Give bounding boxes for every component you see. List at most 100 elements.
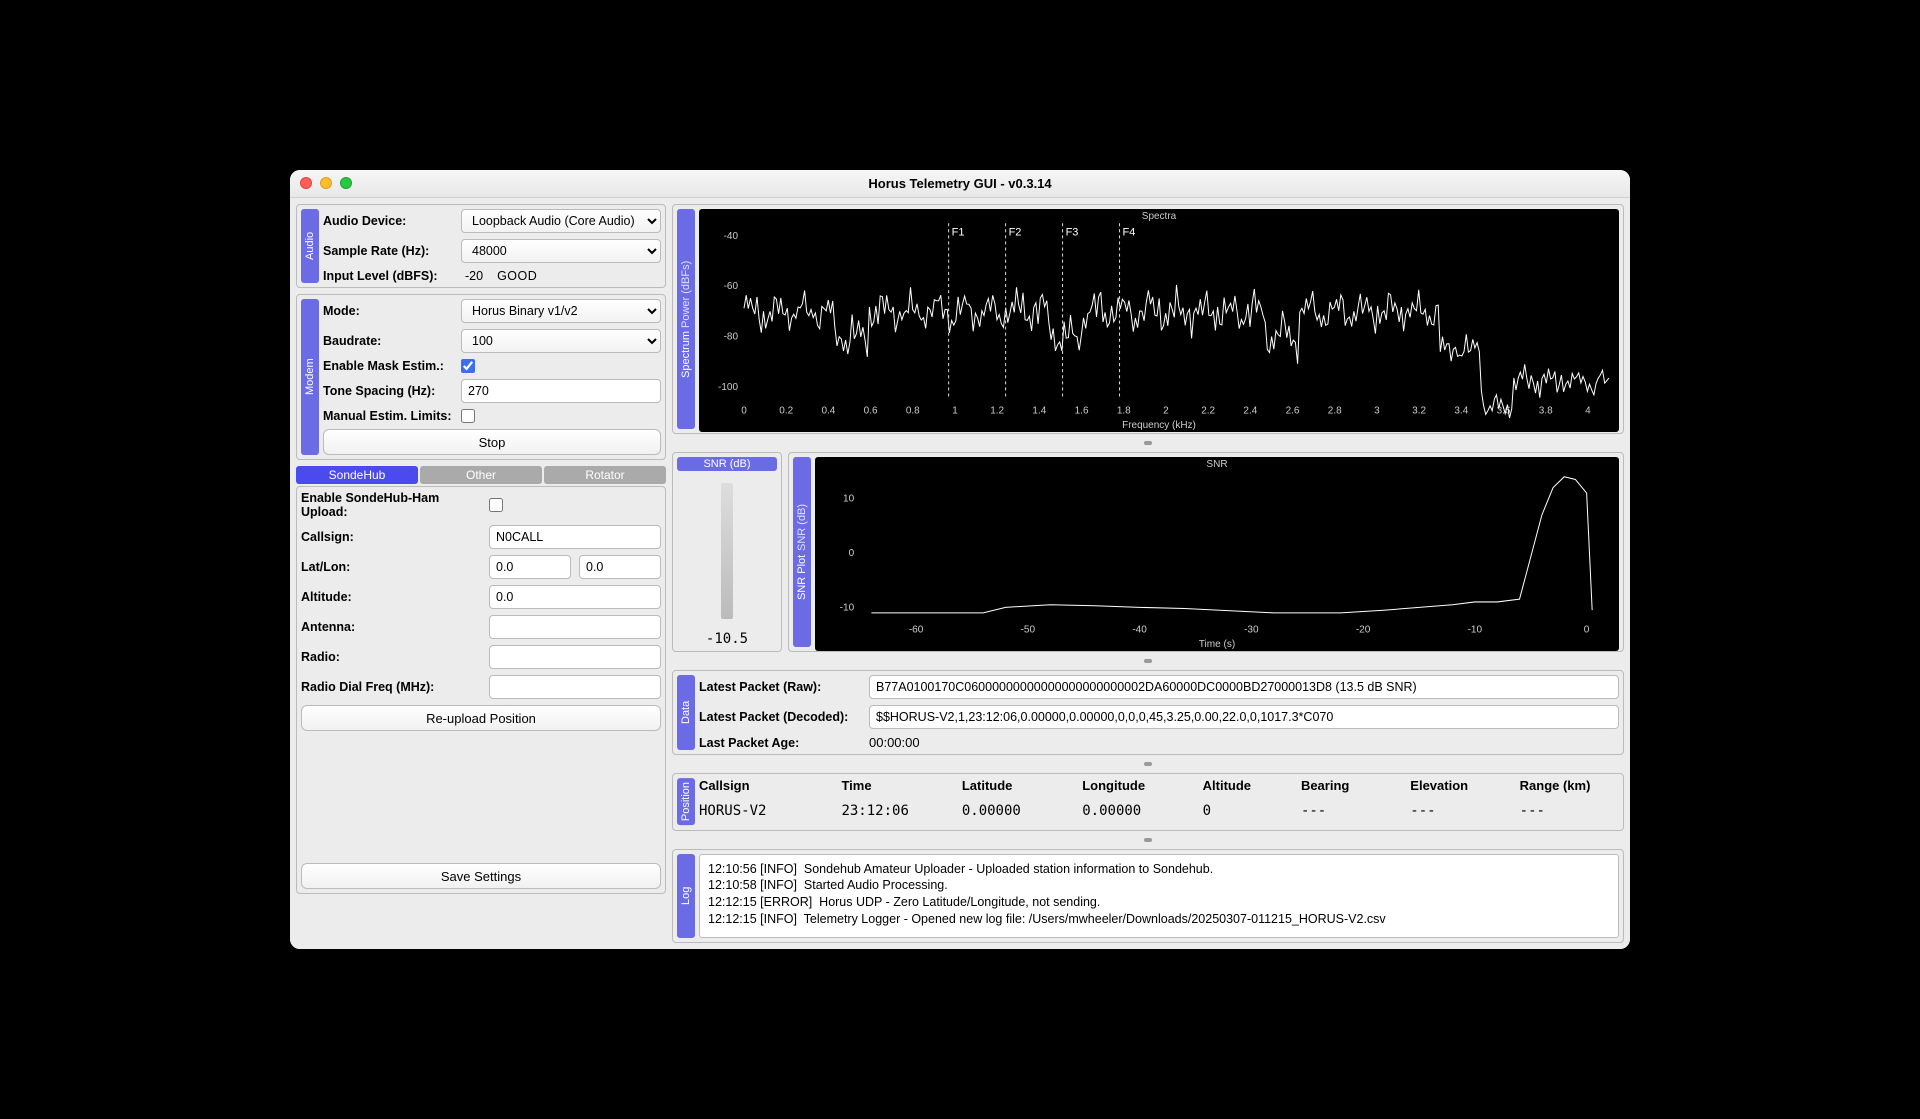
input-level-value: -20 (465, 269, 483, 283)
pos-h-range: Range (km) (1520, 778, 1619, 793)
pos-h-callsign: Callsign (699, 778, 831, 793)
svg-text:2: 2 (1163, 406, 1169, 417)
svg-text:-20: -20 (1356, 625, 1371, 636)
enable-upload-checkbox[interactable] (489, 498, 503, 512)
pos-v-bearing: --- (1301, 803, 1400, 819)
dial-freq-input[interactable] (489, 675, 661, 699)
baudrate-label: Baudrate: (323, 334, 453, 348)
svg-text:-40: -40 (724, 231, 739, 242)
svg-text:-10: -10 (840, 603, 855, 614)
spectrum-plot[interactable]: Spectra-40-60-80-10000.20.40.60.811.21.4… (699, 209, 1619, 432)
log-textarea[interactable]: 12:10:56 [INFO] Sondehub Amateur Uploade… (699, 854, 1619, 938)
pos-v-elev: --- (1410, 803, 1509, 819)
svg-text:SNR: SNR (1206, 460, 1227, 471)
decoded-packet-label: Latest Packet (Decoded): (699, 710, 859, 724)
svg-text:3.2: 3.2 (1412, 406, 1426, 417)
svg-text:1.2: 1.2 (990, 406, 1004, 417)
svg-text:3.8: 3.8 (1539, 406, 1553, 417)
altitude-label: Altitude: (301, 590, 481, 604)
svg-text:0.6: 0.6 (864, 406, 878, 417)
window-maximize-button[interactable] (340, 177, 352, 189)
tab-other[interactable]: Other (420, 466, 542, 484)
pos-v-time: 23:12:06 (841, 803, 951, 819)
svg-text:1.6: 1.6 (1075, 406, 1089, 417)
pos-h-bearing: Bearing (1301, 778, 1400, 793)
mask-estim-label: Enable Mask Estim.: (323, 359, 453, 373)
altitude-input[interactable] (489, 585, 661, 609)
log-section-label: Log (677, 854, 695, 938)
window-close-button[interactable] (300, 177, 312, 189)
manual-estim-checkbox[interactable] (461, 409, 475, 423)
audio-device-select[interactable]: Loopback Audio (Core Audio) (461, 209, 661, 233)
pos-v-range: --- (1520, 803, 1619, 819)
antenna-input[interactable] (489, 615, 661, 639)
mode-label: Mode: (323, 304, 453, 318)
callsign-label: Callsign: (301, 530, 481, 544)
decoded-packet-field[interactable] (869, 705, 1619, 729)
tab-rotator[interactable]: Rotator (544, 466, 666, 484)
splitter-1[interactable] (672, 440, 1624, 446)
tab-sondehub[interactable]: SondeHub (296, 466, 418, 484)
sample-rate-select[interactable]: 48000 (461, 239, 661, 263)
svg-text:F2: F2 (1009, 227, 1022, 239)
audio-device-label: Audio Device: (323, 214, 453, 228)
svg-text:1: 1 (952, 406, 958, 417)
raw-packet-label: Latest Packet (Raw): (699, 680, 859, 694)
input-level-label: Input Level (dBFS): (323, 269, 453, 283)
window-minimize-button[interactable] (320, 177, 332, 189)
svg-text:10: 10 (843, 494, 855, 505)
position-panel: Position Callsign Time Latitude Longitud… (672, 773, 1624, 830)
pos-h-time: Time (841, 778, 951, 793)
spectrum-section-label: Spectrum Power (dBFs) (677, 209, 695, 429)
pos-v-alt: 0 (1203, 803, 1291, 819)
svg-text:2.2: 2.2 (1201, 406, 1215, 417)
svg-text:0.2: 0.2 (779, 406, 793, 417)
radio-input[interactable] (489, 645, 661, 669)
mode-select[interactable]: Horus Binary v1/v2 (461, 299, 661, 323)
raw-packet-field[interactable] (869, 675, 1619, 699)
snr-plot[interactable]: SNR-10010-60-50-40-30-20-100Time (s) (815, 457, 1619, 651)
app-window: Horus Telemetry GUI - v0.3.14 Audio Audi… (290, 170, 1630, 948)
pos-h-lon: Longitude (1082, 778, 1192, 793)
audio-panel: Audio Audio Device: Loopback Audio (Core… (296, 204, 666, 288)
lat-input[interactable] (489, 555, 571, 579)
tone-spacing-label: Tone Spacing (Hz): (323, 384, 453, 398)
callsign-input[interactable] (489, 525, 661, 549)
svg-text:-60: -60 (724, 282, 739, 293)
svg-text:1.8: 1.8 (1117, 406, 1131, 417)
svg-text:-50: -50 (1021, 625, 1036, 636)
tone-spacing-input[interactable] (461, 379, 661, 403)
data-section-label: Data (677, 675, 695, 750)
pos-v-callsign: HORUS-V2 (699, 803, 831, 819)
splitter-3[interactable] (672, 761, 1624, 767)
svg-text:-60: -60 (909, 625, 924, 636)
save-settings-button[interactable]: Save Settings (301, 863, 661, 889)
svg-text:-80: -80 (724, 332, 739, 343)
titlebar[interactable]: Horus Telemetry GUI - v0.3.14 (290, 170, 1630, 198)
svg-text:0.8: 0.8 (906, 406, 920, 417)
svg-text:4: 4 (1585, 406, 1591, 417)
svg-text:1.4: 1.4 (1032, 406, 1046, 417)
splitter-4[interactable] (672, 837, 1624, 843)
svg-text:Spectra: Spectra (1142, 212, 1177, 223)
audio-section-label: Audio (301, 209, 319, 283)
packet-age-label: Last Packet Age: (699, 736, 859, 750)
lon-input[interactable] (579, 555, 661, 579)
snr-gauge-bar (721, 483, 733, 619)
input-level-status: GOOD (497, 269, 537, 283)
stop-button[interactable]: Stop (323, 429, 661, 455)
window-title: Horus Telemetry GUI - v0.3.14 (868, 176, 1051, 191)
modem-panel: Modem Mode: Horus Binary v1/v2 Baudrate:… (296, 294, 666, 460)
mask-estim-checkbox[interactable] (461, 359, 475, 373)
svg-text:3.4: 3.4 (1454, 406, 1468, 417)
latlon-label: Lat/Lon: (301, 560, 481, 574)
baudrate-select[interactable]: 100 (461, 329, 661, 353)
svg-text:0: 0 (741, 406, 747, 417)
svg-text:F3: F3 (1066, 227, 1079, 239)
reupload-position-button[interactable]: Re-upload Position (301, 705, 661, 731)
spectrum-panel: Spectrum Power (dBFs) Spectra-40-60-80-1… (672, 204, 1624, 434)
enable-upload-label: Enable SondeHub-Ham Upload: (301, 491, 481, 519)
svg-text:2.4: 2.4 (1243, 406, 1257, 417)
splitter-2[interactable] (672, 658, 1624, 664)
upload-panel: SondeHub Other Rotator Enable SondeHub-H… (296, 466, 666, 894)
